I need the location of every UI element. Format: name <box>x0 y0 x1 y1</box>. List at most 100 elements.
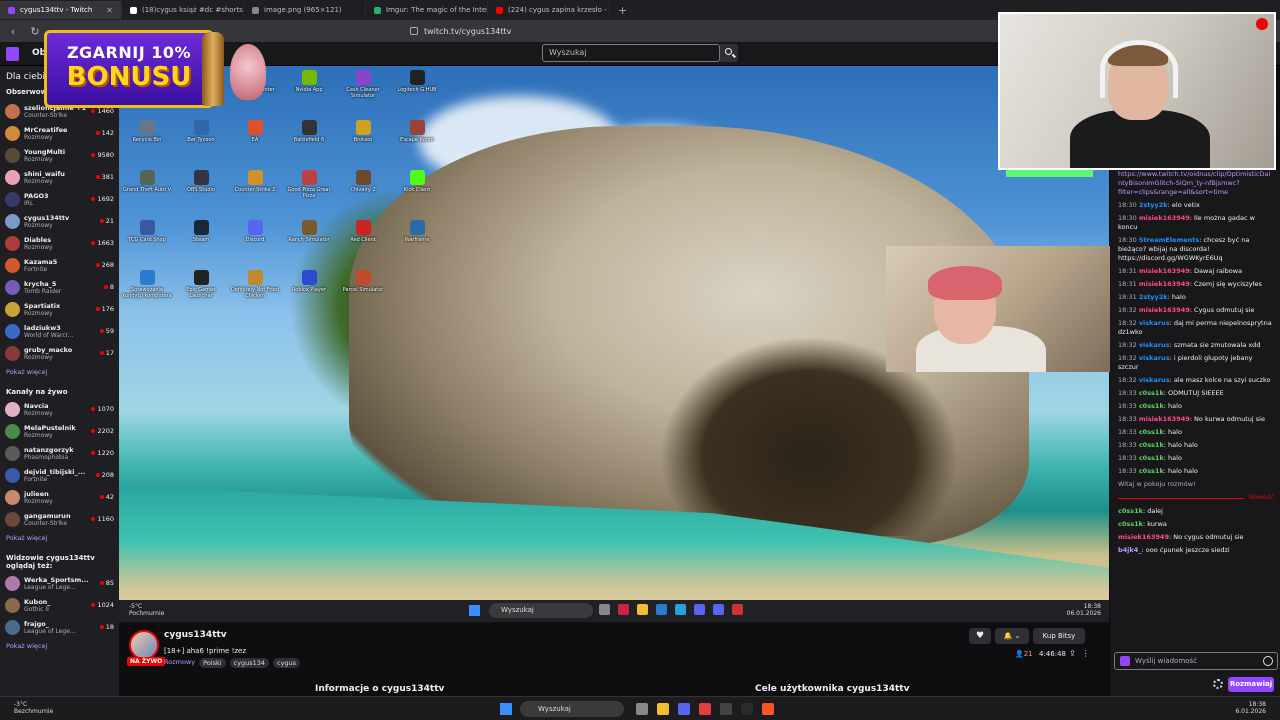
desktop-shortcut[interactable]: Epic Games Launcher <box>175 270 227 299</box>
weather-widget[interactable]: -3°C Bezchmurnie <box>14 701 53 715</box>
message-username[interactable]: misiek163949 <box>1139 415 1190 423</box>
desktop-shortcut[interactable]: Escape Room <box>391 120 443 143</box>
app-icon[interactable] <box>741 703 753 715</box>
page-info-icon[interactable] <box>410 27 418 35</box>
notifications-bell-icon[interactable]: 🔔 ⌄ <box>995 628 1029 644</box>
sidebar-channel[interactable]: gangamurun Counter-Strike 1160 <box>0 508 119 530</box>
sidebar-channel[interactable]: dejvid_tibijski_... Fortnite 208 <box>0 464 119 486</box>
message-username[interactable]: c0ss1k <box>1139 454 1164 462</box>
desktop-shortcut[interactable]: Kick Client <box>391 170 443 193</box>
brave-browser-icon[interactable] <box>762 703 774 715</box>
new-tab-icon[interactable]: + <box>610 4 635 17</box>
desktop-shortcut[interactable]: Chivalry 2 <box>337 170 389 193</box>
show-more-link[interactable]: Pokaż więcej <box>0 530 119 548</box>
explorer-icon[interactable] <box>657 703 669 715</box>
stream-tag[interactable]: cygus134 <box>229 658 269 668</box>
reload-icon[interactable]: ↻ <box>28 25 42 38</box>
desktop-shortcut[interactable]: Warframe <box>391 220 443 243</box>
back-icon[interactable]: ‹ <box>6 25 20 38</box>
share-more-icons[interactable]: ⇪⋮ <box>1069 649 1096 658</box>
desktop-shortcut[interactable]: Counter Strike 2 <box>229 170 281 193</box>
sidebar-channel[interactable]: frajgo_ League of Lege... 18 <box>0 616 119 638</box>
tab-close-icon[interactable]: ✕ <box>106 6 113 15</box>
show-more-link[interactable]: Pokaż więcej <box>0 364 119 382</box>
desktop-shortcut[interactable]: Steam <box>175 220 227 243</box>
desktop-shortcut[interactable]: Bar Tycoon <box>175 120 227 143</box>
search-button[interactable] <box>720 44 738 62</box>
desktop-shortcut[interactable]: Red Client <box>337 220 389 243</box>
message-username[interactable]: misiek163949 <box>1139 280 1190 288</box>
desktop-shortcut[interactable]: OBS Studio <box>175 170 227 193</box>
stream-tag[interactable]: Polski <box>199 658 226 668</box>
search-input[interactable]: Wyszukaj <box>542 44 720 62</box>
message-username[interactable]: misiek163949 <box>1139 306 1190 314</box>
app-icon[interactable] <box>720 703 732 715</box>
message-username[interactable]: c0ss1k <box>1139 389 1164 397</box>
message-username[interactable]: StreamElements <box>1139 236 1199 244</box>
sidebar-channel[interactable]: Kazama5 Fortnite 268 <box>0 254 119 276</box>
sidebar-channel[interactable]: cygus134ttv Rozmowy 21 <box>0 210 119 232</box>
stream-category-link[interactable]: Rozmowy <box>164 658 195 668</box>
chat-send-button[interactable]: Rozmawiaj <box>1228 677 1274 692</box>
sidebar-channel[interactable]: ladziukw3 World of Warcr... 59 <box>0 320 119 342</box>
chat-settings-icon[interactable] <box>1213 679 1223 689</box>
message-username[interactable]: 2styy2k <box>1139 201 1168 209</box>
windows-start-icon[interactable] <box>500 703 512 715</box>
desktop-shortcut[interactable]: Brotato <box>337 120 389 143</box>
desktop-shortcut[interactable]: Discord <box>229 220 281 243</box>
message-username[interactable]: viskarus <box>1139 354 1170 362</box>
url-field[interactable]: twitch.tv/cygus134ttv <box>410 27 940 36</box>
sidebar-channel[interactable]: krycha_5 Tomb Raider 8 <box>0 276 119 298</box>
buy-bits-button[interactable]: Kup Bitsy <box>1033 628 1085 644</box>
desktop-shortcut[interactable]: EA <box>229 120 281 143</box>
desktop-shortcut[interactable]: Battlefield 6 <box>283 120 335 143</box>
message-text[interactable]: https://www.twitch.tv/oidnus/clip/Optimi… <box>1118 170 1270 196</box>
browser-tab[interactable]: cygus134ttv - Twitch ✕ <box>0 1 122 19</box>
message-username[interactable]: b4jk4_ <box>1118 546 1142 554</box>
desktop-shortcut[interactable]: Roblox Player <box>283 270 335 293</box>
sidebar-channel[interactable]: Kubon_ Gothic II 1024 <box>0 594 119 616</box>
chat-messages[interactable]: https://www.twitch.tv/oidnus/clip/Optimi… <box>1118 170 1274 559</box>
desktop-shortcut[interactable]: Good Pizza Great Pizza <box>283 170 335 199</box>
message-username[interactable]: c0ss1k <box>1139 428 1164 436</box>
channel-avatar[interactable] <box>129 630 159 660</box>
sidebar-channel[interactable]: julieen Rozmowy 42 <box>0 486 119 508</box>
message-username[interactable]: c0ss1k <box>1118 520 1143 528</box>
twitch-logo-icon[interactable] <box>6 47 19 61</box>
desktop-shortcut[interactable]: Nvidia App <box>283 70 335 93</box>
message-username[interactable]: viskarus <box>1139 341 1170 349</box>
desktop-shortcut[interactable]: Definitely Not Fried Chicken <box>229 270 281 299</box>
sidebar-channel[interactable]: PAGO3 IRL 1692 <box>0 188 119 210</box>
taskbar-clock[interactable]: 18:38 6.01.2026 <box>1235 701 1266 715</box>
desktop-shortcut[interactable]: Cash Cleaner Simulator <box>337 70 389 99</box>
browser-tab[interactable]: (18)cygus książ #dc #shorts #viral_ <box>122 1 244 19</box>
desktop-shortcut[interactable]: Recycle Bin <box>121 120 173 143</box>
sidebar-channel[interactable]: shini_waifu Rozmowy 381 <box>0 166 119 188</box>
desktop-shortcut[interactable]: Parcel Simulator <box>337 270 389 293</box>
sidebar-channel[interactable]: gruby_macko Rozmowy 17 <box>0 342 119 364</box>
desktop-shortcut[interactable]: Sprawdzanie kondycji komputera <box>121 270 173 299</box>
channel-name[interactable]: cygus134ttv <box>164 630 227 640</box>
emote-picker-icon[interactable] <box>1263 656 1273 666</box>
taskbar-search[interactable]: Wyszukaj <box>520 701 624 717</box>
message-username[interactable]: misiek163949 <box>1139 214 1190 222</box>
chat-badge-icon[interactable] <box>1120 656 1130 666</box>
browser-tab[interactable]: image.png (965×121) <box>244 1 366 19</box>
desktop-shortcut[interactable]: Ranch Simulator <box>283 220 335 243</box>
sidebar-channel[interactable]: Werka_Sportsm... League of Lege... 85 <box>0 572 119 594</box>
sidebar-channel[interactable]: Navcia Rozmowy 1070 <box>0 398 119 420</box>
message-username[interactable]: viskarus <box>1139 376 1170 384</box>
stream-tag[interactable]: cygus <box>273 658 301 668</box>
message-username[interactable]: c0ss1k <box>1118 507 1143 515</box>
show-more-link[interactable]: Pokaż więcej <box>0 638 119 656</box>
desktop-shortcut[interactable]: TCG Card Shop <box>121 220 173 243</box>
desktop-shortcut[interactable]: Logitech G HUB <box>391 70 443 93</box>
task-view-icon[interactable] <box>636 703 648 715</box>
message-username[interactable]: c0ss1k <box>1139 402 1164 410</box>
sidebar-channel[interactable]: YoungMulti Rozmowy 9580 <box>0 144 119 166</box>
message-username[interactable]: misiek163949 <box>1118 533 1169 541</box>
chat-input[interactable]: Wyślij wiadomość <box>1114 652 1278 670</box>
browser-tab[interactable]: (224) cygus zapina krzesło - YouTube <box>488 1 610 19</box>
discord-icon[interactable] <box>678 703 690 715</box>
follow-heart-icon[interactable]: ♥ <box>969 628 991 644</box>
